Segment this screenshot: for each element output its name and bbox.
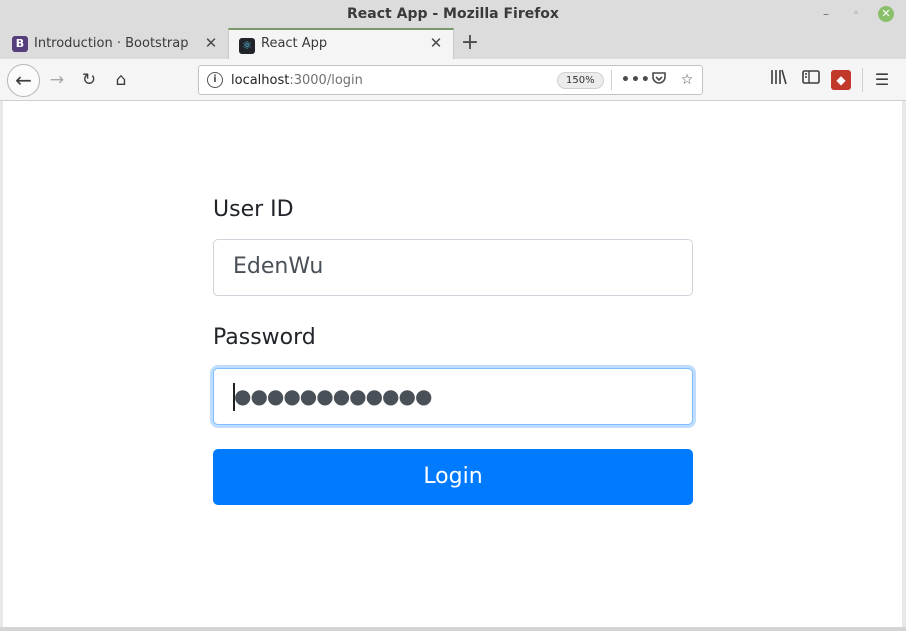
bookmark-star-icon[interactable]: ☆ (677, 70, 697, 90)
user-id-input[interactable]: EdenWu (213, 239, 693, 296)
password-label: Password (213, 325, 316, 350)
reload-icon[interactable]: ↻ (76, 67, 102, 93)
hamburger-menu-icon[interactable]: ☰ (870, 67, 894, 93)
window-title: React App - Mozilla Firefox (347, 6, 559, 22)
react-favicon-icon: ⚛ (239, 38, 255, 54)
divider (611, 70, 612, 90)
library-icon[interactable] (767, 67, 791, 93)
site-info-icon[interactable]: i (207, 72, 223, 88)
close-tab-icon[interactable]: ✕ (202, 33, 220, 53)
user-id-value: EdenWu (233, 254, 324, 279)
window-bottom-edge (0, 627, 906, 631)
divider (862, 68, 863, 92)
bootstrap-favicon-icon: B (12, 36, 28, 52)
tab-label: React App (261, 36, 328, 51)
zoom-level-badge[interactable]: 150% (557, 72, 604, 89)
tab-bootstrap[interactable]: B Introduction · Bootstrap ✕ (0, 28, 228, 59)
extension-icon[interactable]: ◆ (831, 70, 851, 90)
user-id-label: User ID (213, 197, 294, 222)
forward-arrow-icon[interactable]: → (44, 67, 70, 93)
url-path: :3000/login (289, 73, 363, 88)
url-text[interactable]: localhost:3000/login (231, 73, 363, 88)
password-input[interactable]: ●●●●●●●●●●●● (213, 368, 693, 425)
password-value: ●●●●●●●●●●●● (234, 384, 432, 408)
navigation-toolbar: ← → ↻ ⌂ i localhost:3000/login 150% ••• … (0, 59, 906, 101)
page-content: User ID EdenWu Password ●●●●●●●●●●●● Log… (3, 101, 902, 627)
page-actions-icon[interactable]: ••• (621, 70, 650, 90)
pocket-icon[interactable] (649, 70, 669, 90)
new-tab-icon[interactable]: + (458, 31, 482, 55)
back-arrow-icon[interactable]: ← (7, 64, 40, 97)
tab-label: Introduction · Bootstrap (34, 36, 189, 51)
url-bar[interactable]: i localhost:3000/login 150% ••• ☆ (198, 65, 703, 95)
login-button[interactable]: Login (213, 449, 693, 505)
window-titlebar: React App - Mozilla Firefox – ◦ ✕ (0, 0, 906, 28)
tab-react-app[interactable]: ⚛ React App ✕ (228, 28, 454, 59)
sidebar-icon[interactable] (799, 67, 823, 93)
maximize-icon[interactable]: ◦ (848, 6, 864, 22)
url-host: localhost (231, 73, 290, 88)
close-window-icon[interactable]: ✕ (878, 6, 894, 22)
home-icon[interactable]: ⌂ (108, 67, 134, 93)
minimize-icon[interactable]: – (818, 6, 834, 22)
close-tab-icon[interactable]: ✕ (427, 33, 445, 53)
tab-strip: B Introduction · Bootstrap ✕ ⚛ React App… (0, 28, 906, 59)
